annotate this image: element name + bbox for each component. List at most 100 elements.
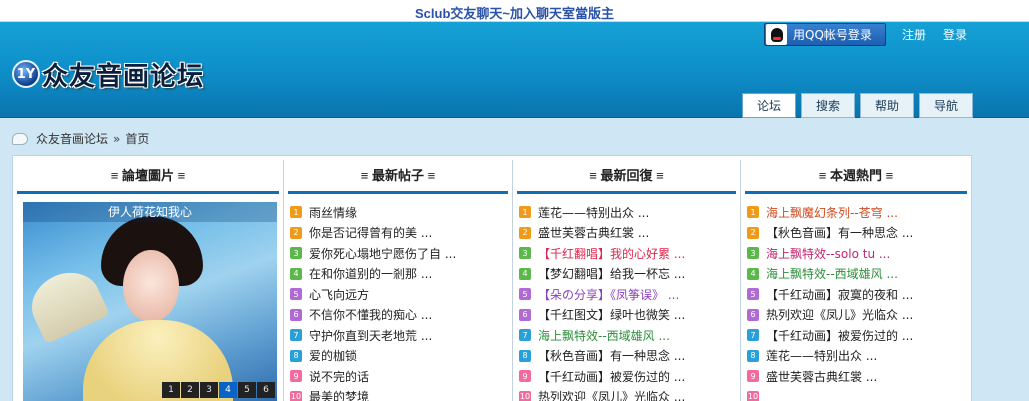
list-item[interactable]: 6 热列欢迎《凤儿》光临众 ...: [747, 305, 913, 326]
breadcrumb: 众友音画论坛 » 首页: [12, 130, 149, 147]
slide-fan: [23, 261, 110, 345]
list-item-title: 热列欢迎《凤儿》光临众 ...: [766, 308, 914, 323]
list-item[interactable]: 8 莲花——特别出众 ...: [747, 346, 913, 367]
list-item[interactable]: 5 心飞向远方: [290, 284, 456, 305]
new-posts-list: 1 雨丝情缘 2 你是否记得曾有的美 ... 3 爱你死心塌地宁愿伤了自 ... 4 在和你道…: [290, 202, 456, 401]
chatroom-link[interactable]: Sclub交友聊天~加入聊天室當版主: [415, 3, 614, 22]
rank-badge-icon: 5: [519, 288, 531, 301]
list-item[interactable]: 4 在和你道别的一剎那 ...: [290, 264, 456, 285]
column-heading-underline: [745, 191, 967, 194]
slide-page-3[interactable]: 3: [200, 382, 218, 398]
hot-week-list: 1 海上飘魔幻条列--苍穹 ... 2 【秋色音画】有一种思念 ... 3 海上飘特效--…: [747, 202, 913, 401]
list-item[interactable]: 8 爱的枷锁: [290, 346, 456, 367]
slide-page-5[interactable]: 5: [238, 382, 256, 398]
list-item-title: 你是否记得曾有的美 ...: [309, 226, 433, 241]
qq-login-button[interactable]: 用QQ帐号登录: [764, 23, 886, 46]
rank-badge-icon: 3: [290, 247, 302, 260]
slide-figure-face: [123, 250, 179, 322]
rank-badge-icon: 4: [290, 267, 302, 280]
list-item-title: 【千红动画】被爱伤过的 ...: [766, 328, 914, 343]
top-announcement-bar: Sclub交友聊天~加入聊天室當版主: [0, 0, 1029, 22]
list-item[interactable]: 8 【秋色音画】有一种思念 ...: [519, 346, 685, 367]
list-item[interactable]: 10 最美的梦境: [290, 387, 456, 401]
list-item-title: 海上飘特效--西域雄风 ...: [538, 328, 670, 343]
rank-badge-icon: 9: [519, 370, 531, 383]
list-item-title: 莲花——特别出众 ...: [766, 349, 878, 364]
list-item-title: 守护你直到天老地荒 ...: [309, 328, 433, 343]
list-item[interactable]: 6 【千红图文】绿叶也微笑 ...: [519, 305, 685, 326]
list-item[interactable]: 3 海上飘特效--solo tu ...: [747, 243, 913, 264]
list-item[interactable]: 5 【朵の分享】《凤筝误》 ...: [519, 284, 685, 305]
list-item[interactable]: 2 【秋色音画】有一种思念 ...: [747, 223, 913, 244]
list-item[interactable]: 9 【千红动画】被爱伤过的 ...: [519, 366, 685, 387]
site-logo[interactable]: 1Y 众友音画论坛: [12, 57, 204, 91]
breadcrumb-forum-link[interactable]: 众友音画论坛: [36, 130, 108, 147]
list-item-title: 【千红动画】被爱伤过的 ...: [538, 369, 686, 384]
list-item-title: 莲花——特别出众 ...: [538, 205, 650, 220]
new-posts-column-title: ≡ 最新帖子 ≡: [360, 167, 436, 183]
list-item[interactable]: 4 【梦幻翻唱】给我一杯忘 ...: [519, 264, 685, 285]
slide-caption: 伊人荷花知我心: [23, 202, 277, 222]
list-item[interactable]: 7 【千红动画】被爱伤过的 ...: [747, 325, 913, 346]
rank-badge-icon: 7: [519, 329, 531, 342]
list-item[interactable]: 7 守护你直到天老地荒 ...: [290, 325, 456, 346]
list-item-title: 【秋色音画】有一种思念 ...: [766, 226, 914, 241]
qq-login-label: 用QQ帐号登录: [793, 28, 872, 42]
list-item-title: 【秋色音画】有一种思念 ...: [538, 349, 686, 364]
list-item[interactable]: 3 【千红翻唱】我的心好累 ...: [519, 243, 685, 264]
new-posts-column: ≡ 最新帖子 ≡ 1 雨丝情缘 2 你是否记得曾有的美 ... 3 爱你死心塌地宁愿伤了自…: [284, 156, 512, 401]
tab-search[interactable]: 搜索: [801, 93, 855, 118]
list-item[interactable]: 2 你是否记得曾有的美 ...: [290, 223, 456, 244]
list-item[interactable]: 5 【千红动画】寂寞的夜和 ...: [747, 284, 913, 305]
rank-badge-icon: 10: [519, 390, 531, 401]
rank-badge-icon: 10: [747, 390, 759, 401]
rank-badge-icon: 7: [290, 329, 302, 342]
list-item-title: 【朵の分享】《凤筝误》 ...: [538, 287, 680, 302]
rank-badge-icon: 2: [747, 226, 759, 239]
rank-badge-icon: 6: [290, 308, 302, 321]
list-item[interactable]: 4 海上飘特效--西域雄风 ...: [747, 264, 913, 285]
rank-badge-icon: 4: [747, 267, 759, 280]
list-item[interactable]: 1 海上飘魔幻条列--苍穹 ...: [747, 202, 913, 223]
slide-page-6[interactable]: 6: [257, 382, 275, 398]
rank-badge-icon: 6: [747, 308, 759, 321]
list-item-title: 不信你不懂我的痴心 ...: [309, 308, 433, 323]
list-item-title: 爱你死心塌地宁愿伤了自 ...: [309, 246, 457, 261]
new-replies-list: 1 莲花——特别出众 ... 2 盛世芙蓉古典红裳 ... 3 【千红翻唱】我的心好累 .…: [519, 202, 685, 401]
slide-page-4[interactable]: 4: [219, 382, 237, 398]
slide-page-2[interactable]: 2: [181, 382, 199, 398]
list-item-title: 海上飘魔幻条列--苍穹 ...: [766, 205, 898, 220]
site-header: 1Y 众友音画论坛 用QQ帐号登录 注册 登录 论坛 搜索 帮助 导航: [0, 22, 1029, 118]
list-item[interactable]: 9 盛世芙蓉古典红裳 ...: [747, 366, 913, 387]
list-item[interactable]: 9 说不完的话: [290, 366, 456, 387]
rank-badge-icon: 8: [747, 349, 759, 362]
tab-guide[interactable]: 导航: [919, 93, 973, 118]
column-heading-underline: [288, 191, 508, 194]
rank-badge-icon: 8: [290, 349, 302, 362]
new-replies-column: ≡ 最新回復 ≡ 1 莲花——特别出众 ... 2 盛世芙蓉古典红裳 ... 3 【千红翻…: [513, 156, 740, 401]
login-link[interactable]: 登录: [943, 26, 967, 43]
list-item-title: 热列欢迎《凤儿》光临众 ...: [538, 390, 686, 401]
list-item[interactable]: 10 热列欢迎《凤儿》光临众 ...: [519, 387, 685, 401]
slideshow-pager: 1 2 3 4 5 6: [161, 382, 275, 398]
rank-badge-icon: 3: [747, 247, 759, 260]
list-item[interactable]: 2 盛世芙蓉古典红裳 ...: [519, 223, 685, 244]
list-item-title: 海上飘特效--西域雄风 ...: [766, 267, 898, 282]
logo-text: 众友音画论坛: [42, 61, 205, 91]
list-item[interactable]: 6 不信你不懂我的痴心 ...: [290, 305, 456, 326]
list-item[interactable]: 7 海上飘特效--西域雄风 ...: [519, 325, 685, 346]
list-item[interactable]: 10: [747, 387, 913, 401]
list-item[interactable]: 1 雨丝情缘: [290, 202, 456, 223]
pictures-column-title: ≡ 論壇圖片 ≡: [110, 167, 186, 183]
list-item[interactable]: 1 莲花——特别出众 ...: [519, 202, 685, 223]
tab-help[interactable]: 帮助: [860, 93, 914, 118]
rank-badge-icon: 10: [290, 390, 302, 401]
list-item-title: 雨丝情缘: [309, 205, 358, 220]
slide-page-1[interactable]: 1: [162, 382, 180, 398]
slideshow-image[interactable]: 伊人荷花知我心 1 2 3 4 5 6: [23, 202, 277, 401]
rank-badge-icon: 2: [519, 226, 531, 239]
list-item[interactable]: 3 爱你死心塌地宁愿伤了自 ...: [290, 243, 456, 264]
tab-forum[interactable]: 论坛: [742, 93, 796, 118]
register-link[interactable]: 注册: [902, 26, 926, 43]
list-item-title: 心飞向远方: [309, 287, 370, 302]
